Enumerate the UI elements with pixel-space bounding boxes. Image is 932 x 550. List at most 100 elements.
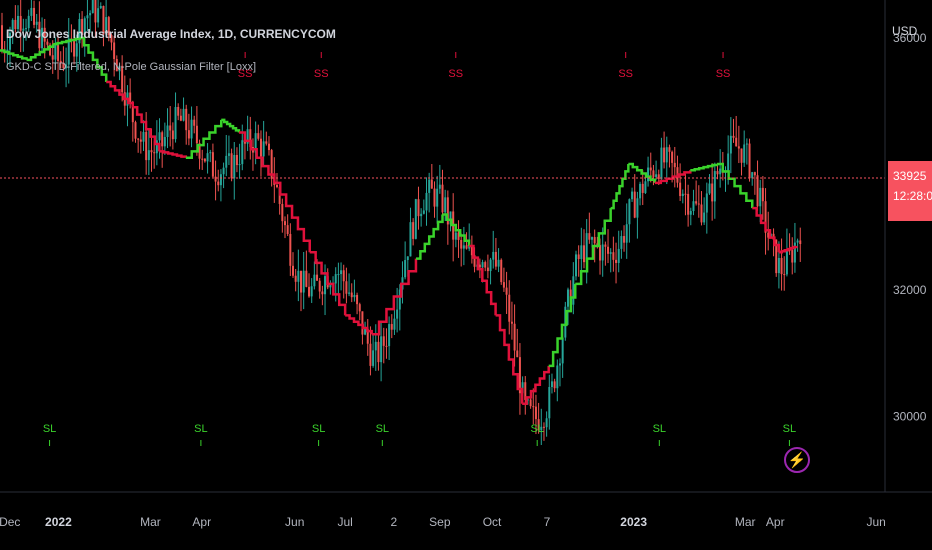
candle-body xyxy=(636,198,639,218)
candle-body xyxy=(756,175,759,207)
candle-body xyxy=(257,133,260,139)
candle-body xyxy=(241,140,244,165)
candle-body xyxy=(348,292,351,294)
candle-body xyxy=(185,108,188,131)
candle-body xyxy=(558,363,561,366)
candle-body xyxy=(137,138,140,140)
filter-segment xyxy=(690,163,719,172)
candle-body xyxy=(743,144,746,163)
candle-body xyxy=(158,132,161,141)
candle-body xyxy=(201,158,204,160)
candle-body xyxy=(615,259,618,263)
candle-body xyxy=(708,183,711,194)
candle-body xyxy=(727,153,730,173)
candle-body xyxy=(588,233,591,240)
candle-body xyxy=(785,249,788,275)
candle-body xyxy=(425,192,428,211)
candle-body xyxy=(545,418,548,428)
candle-body xyxy=(494,251,497,267)
candle-body xyxy=(89,13,92,16)
candle-body xyxy=(649,167,652,171)
lightning-icon[interactable]: ⚡ xyxy=(784,447,810,473)
candle-body xyxy=(99,6,102,9)
candle-body xyxy=(631,191,634,200)
candle-body xyxy=(57,44,60,61)
candle-body xyxy=(345,281,348,294)
candle-body xyxy=(510,321,513,324)
buy-signal-label: SL xyxy=(653,423,666,435)
candle-body xyxy=(190,119,193,139)
candle-body xyxy=(438,184,441,189)
candle-body xyxy=(671,151,674,163)
candle-body xyxy=(516,350,519,358)
candle-body xyxy=(150,150,153,153)
price-axis-ticks: 300003200036000 xyxy=(893,31,927,423)
candle-body xyxy=(195,125,198,144)
candle-body xyxy=(206,153,209,162)
candle-body xyxy=(644,181,647,193)
candle-body xyxy=(583,245,586,263)
candle-body xyxy=(641,183,644,193)
candle-body xyxy=(484,262,487,268)
time-tick-label: Jun xyxy=(285,515,304,529)
candle-body xyxy=(30,7,33,16)
candle-body xyxy=(214,176,217,182)
candle-body xyxy=(142,131,145,142)
candle-body xyxy=(374,341,377,351)
candle-body xyxy=(492,251,495,260)
candle-body xyxy=(412,222,415,239)
candle-body xyxy=(209,152,212,154)
candle-body xyxy=(577,254,580,260)
candle-body xyxy=(222,167,225,175)
time-tick-label: Apr xyxy=(192,515,211,529)
candle-body xyxy=(385,345,388,347)
candle-body xyxy=(265,141,268,144)
filter-segment xyxy=(221,118,241,133)
candle-body xyxy=(505,287,508,295)
signal-markers: SS SS SS SS SSSL SL SL SL SL SL SL xyxy=(43,52,796,446)
candle-body xyxy=(308,286,311,297)
candle-body xyxy=(267,143,270,151)
candle-body xyxy=(302,270,305,293)
time-tick-label: Mar xyxy=(140,515,161,529)
candle-body xyxy=(791,250,794,263)
candle-body xyxy=(235,154,238,166)
candle-body xyxy=(796,240,799,243)
candle-body xyxy=(33,7,36,25)
candle-body xyxy=(382,336,385,346)
buy-signal-label: SL xyxy=(43,423,56,435)
candle-body xyxy=(478,264,481,268)
candle-body xyxy=(599,245,602,261)
candle-body xyxy=(217,181,220,186)
candle-body xyxy=(313,274,316,287)
candle-body xyxy=(628,199,631,225)
candle-body xyxy=(369,343,372,366)
candle-body xyxy=(166,125,169,137)
candle-body xyxy=(259,138,262,157)
candle-body xyxy=(139,139,142,142)
candle-body xyxy=(377,341,380,363)
candle-body xyxy=(777,257,780,274)
candle-body xyxy=(134,122,137,139)
time-tick-label: 2022 xyxy=(45,515,72,529)
filter-segment xyxy=(274,181,311,253)
candle-body xyxy=(460,239,463,249)
candle-body xyxy=(171,130,174,140)
candle-body xyxy=(75,43,78,57)
candle-body xyxy=(390,324,393,330)
candle-body xyxy=(612,252,615,260)
candle-body xyxy=(604,244,607,247)
candle-body xyxy=(238,164,241,166)
candle-body xyxy=(145,131,148,161)
candle-body xyxy=(481,262,484,268)
candle-body xyxy=(422,210,425,214)
candle-body xyxy=(275,184,278,188)
candle-body xyxy=(193,119,196,126)
candle-body xyxy=(550,381,553,387)
candle-body xyxy=(753,172,756,176)
candle-body xyxy=(441,184,444,213)
candle-body xyxy=(305,270,308,287)
indicator-legend[interactable]: GKD-C STD-Filtered, N-Pole Gaussian Filt… xyxy=(6,61,256,73)
candle-body xyxy=(286,225,289,234)
candle-body xyxy=(393,318,396,330)
